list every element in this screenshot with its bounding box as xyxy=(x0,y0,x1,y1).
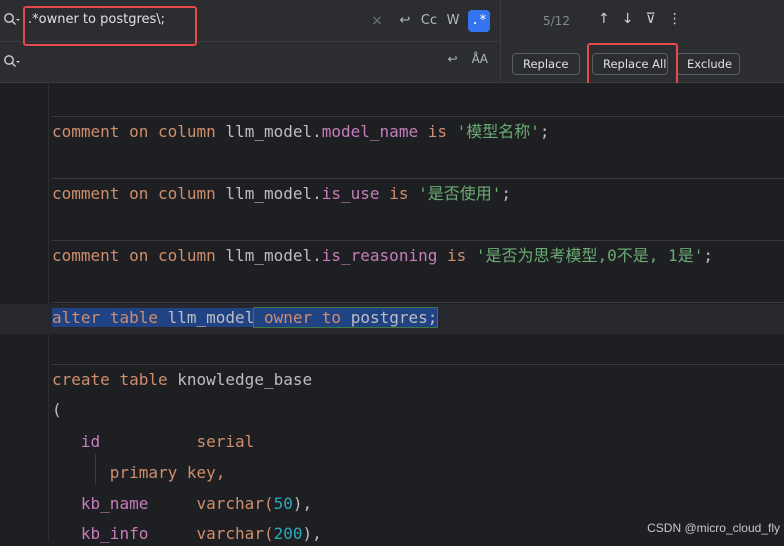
find-options: × ↩ Cc W .* xyxy=(368,10,490,32)
results-toolbar: 5/12 ↑ ↓ ⊽ ⋮ xyxy=(510,0,780,41)
line-separator xyxy=(52,116,784,117)
annotation-box-find-input xyxy=(23,6,197,46)
next-occurrence-icon[interactable]: ↓ xyxy=(622,11,634,27)
exclude-button[interactable]: Exclude xyxy=(676,53,740,75)
code-editor[interactable]: comment on column llm_model.model_name i… xyxy=(0,83,784,543)
previous-occurrence-icon[interactable]: ↑ xyxy=(598,11,610,27)
code-content: comment on column llm_model.model_name i… xyxy=(52,83,784,543)
replace-button[interactable]: Replace xyxy=(512,53,580,75)
code-line: primary key, xyxy=(109,463,226,482)
find-replace-bar: .*owner to postgres\; × ↩ Cc W .* ↩ ÅA 5… xyxy=(0,0,784,90)
code-line: ( xyxy=(52,400,62,419)
match-case-toggle[interactable]: Cc xyxy=(420,10,438,32)
code-line: kb_name varchar(50), xyxy=(80,494,313,513)
divider xyxy=(500,0,501,82)
filter-icon[interactable]: ⊽ xyxy=(645,11,655,27)
new-line-icon[interactable]: ↩ xyxy=(396,10,414,32)
replace-input[interactable] xyxy=(28,52,368,72)
replace-options: ↩ ÅA xyxy=(448,52,488,66)
selection: alter table llm_model xyxy=(52,308,255,327)
line-separator xyxy=(52,178,784,179)
replace-row: ↩ ÅA xyxy=(0,41,500,83)
clear-search-icon[interactable]: × xyxy=(368,10,386,32)
code-line: kb_info varchar(200), xyxy=(80,524,322,543)
search-match: owner to postgres; xyxy=(253,307,439,328)
match-count: 5/12 xyxy=(543,14,570,28)
line-separator xyxy=(52,302,784,303)
whole-words-toggle[interactable]: W xyxy=(444,10,462,32)
line-separator xyxy=(52,364,784,365)
code-line: comment on column llm_model.is_use is '是… xyxy=(52,184,512,203)
code-line: comment on column llm_model.model_name i… xyxy=(52,122,550,141)
line-separator xyxy=(52,240,784,241)
watermark: CSDN @micro_cloud_fly xyxy=(647,521,780,535)
navigation-icons: ↑ ↓ ⊽ ⋮ xyxy=(598,11,682,27)
replace-history-icon[interactable] xyxy=(3,54,21,70)
selected-code-line: alter table llm_model owner to postgres; xyxy=(52,306,439,330)
search-history-icon[interactable] xyxy=(3,12,21,28)
more-options-icon[interactable]: ⋮ xyxy=(668,11,682,27)
preserve-case-toggle[interactable]: ÅA xyxy=(472,52,488,66)
new-line-icon[interactable]: ↩ xyxy=(448,52,458,66)
code-line: id serial xyxy=(80,432,255,451)
code-line: comment on column llm_model.is_reasoning… xyxy=(52,246,713,265)
code-line: create table knowledge_base xyxy=(52,370,313,389)
regex-toggle[interactable]: .* xyxy=(468,10,490,32)
